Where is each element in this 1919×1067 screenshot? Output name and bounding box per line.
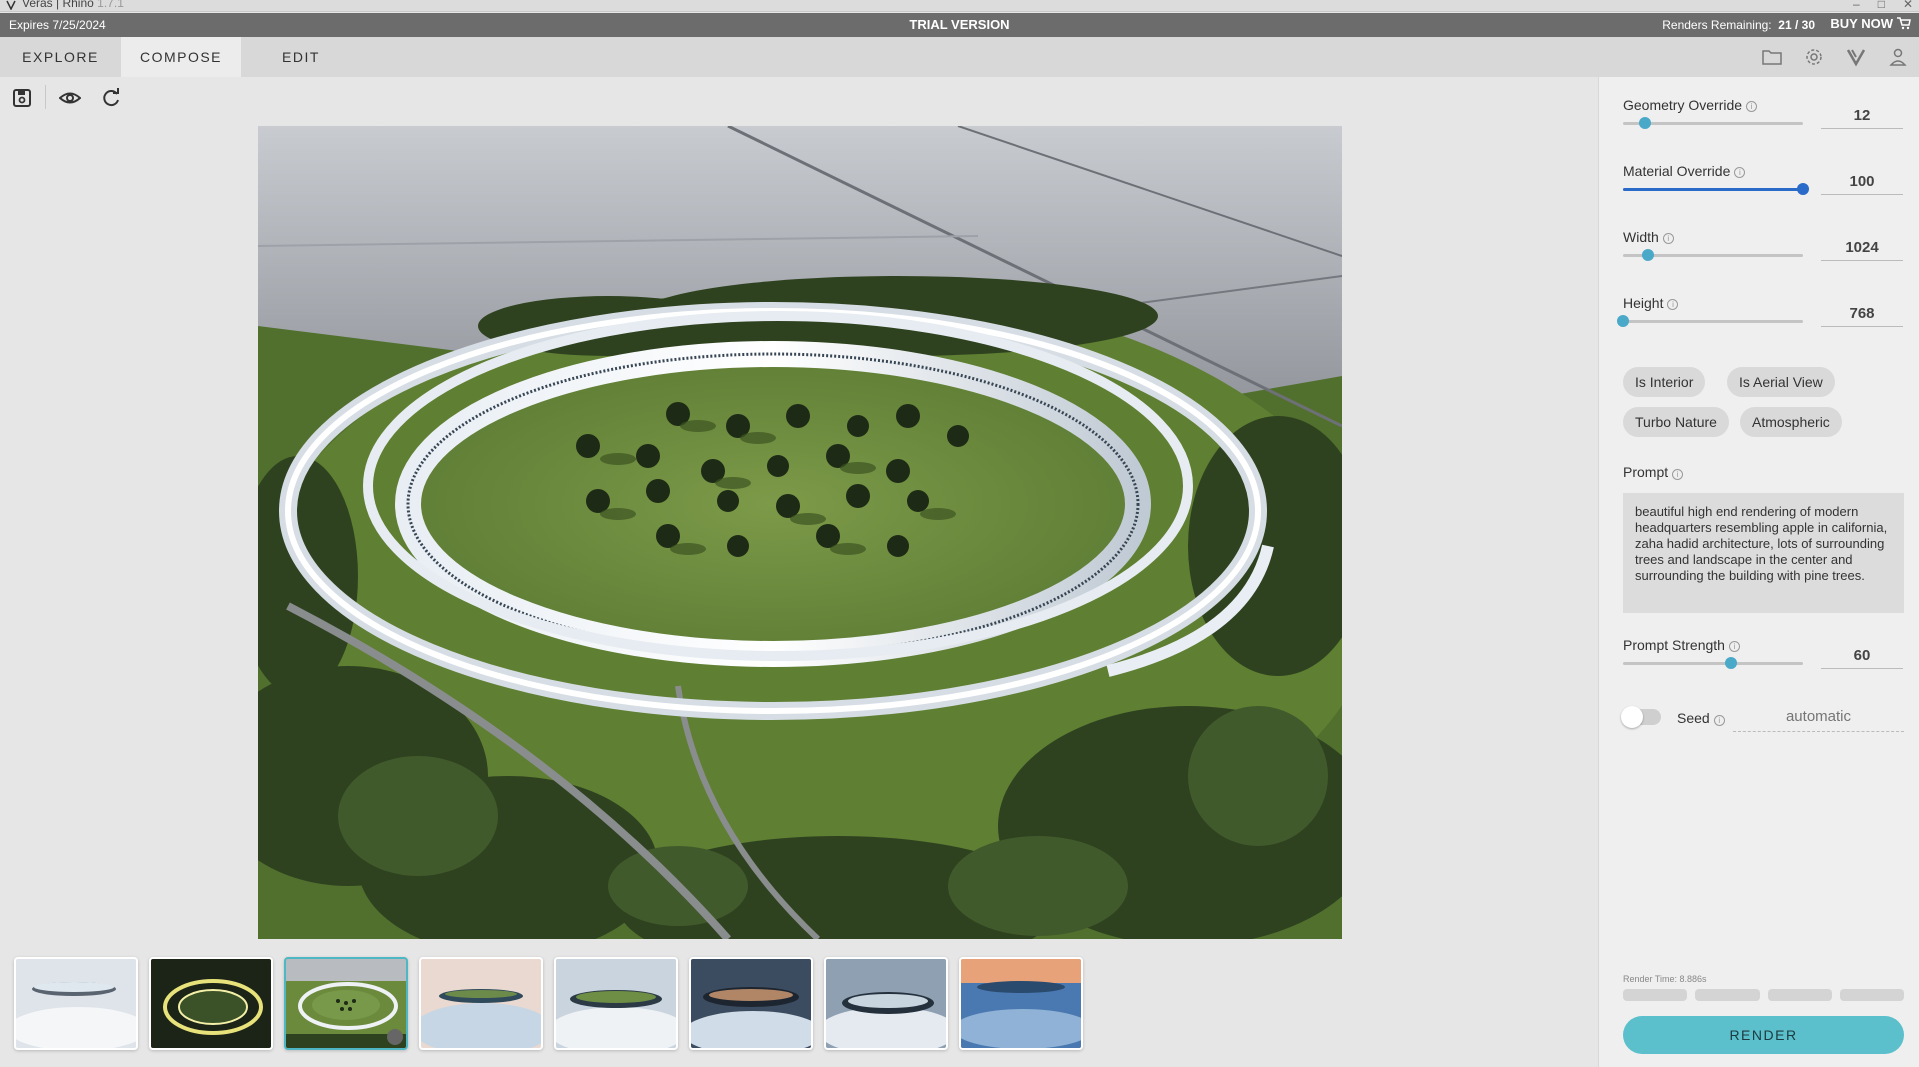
height-control: Height i 768: [1617, 295, 1903, 355]
toolbar-divider: [45, 85, 46, 109]
height-label: Height: [1623, 295, 1664, 311]
geometry-override-label: Geometry Override: [1623, 97, 1743, 113]
chip-is-interior[interactable]: Is Interior: [1623, 367, 1706, 397]
tab-edit[interactable]: EDIT: [241, 37, 361, 77]
prompt-textarea[interactable]: beautiful high end rendering of modern h…: [1623, 493, 1904, 613]
save-icon[interactable]: [11, 87, 33, 109]
delete-icon[interactable]: [387, 1029, 403, 1045]
seed-toggle[interactable]: [1621, 706, 1661, 728]
folder-icon[interactable]: [1761, 47, 1783, 67]
width-label: Width: [1623, 229, 1659, 245]
height-slider[interactable]: [1617, 315, 1803, 327]
prompt-strength-control: Prompt Strength i 60: [1623, 637, 1903, 697]
thumbnail-selected[interactable]: [284, 957, 408, 1050]
width-value[interactable]: 1024: [1821, 235, 1903, 261]
info-icon[interactable]: i: [1667, 299, 1679, 310]
chip-turbo-nature[interactable]: Turbo Nature: [1623, 407, 1729, 437]
veras-logo-icon[interactable]: [1845, 47, 1867, 67]
width-slider[interactable]: [1623, 249, 1803, 261]
slider-handle[interactable]: [1642, 249, 1655, 261]
thumbnail[interactable]: [959, 957, 1083, 1050]
material-override-label: Material Override: [1623, 163, 1731, 179]
slider-handle[interactable]: [1638, 117, 1651, 129]
info-icon[interactable]: i: [1746, 101, 1758, 112]
tab-bar: EXPLORE COMPOSE EDIT: [0, 37, 1919, 77]
progress-segment: [1623, 989, 1688, 1001]
width-control: Width i 1024: [1623, 229, 1903, 289]
gear-icon[interactable]: [1803, 47, 1825, 67]
info-icon[interactable]: i: [1672, 469, 1684, 480]
thumbnail[interactable]: [419, 957, 543, 1050]
prompt-label-row: Prompt i: [1623, 464, 1684, 480]
geometry-override-control: Geometry Override i 12: [1623, 97, 1903, 157]
info-icon[interactable]: i: [1713, 715, 1725, 726]
info-icon[interactable]: i: [1662, 233, 1674, 244]
progress-segment: [1767, 989, 1832, 1001]
info-icon[interactable]: i: [1728, 641, 1740, 652]
trial-banner: TRIAL VERSION: [909, 17, 1010, 32]
thumbnail[interactable]: [824, 957, 948, 1050]
seed-input[interactable]: [1733, 702, 1904, 732]
tab-compose[interactable]: COMPOSE: [121, 37, 241, 77]
prompt-strength-slider[interactable]: [1623, 657, 1803, 669]
render-progress: [1623, 989, 1904, 1001]
render-button[interactable]: RENDER: [1623, 1016, 1904, 1054]
slider-handle[interactable]: [1617, 315, 1629, 327]
material-override-slider[interactable]: [1623, 183, 1809, 195]
close-button[interactable]: ✕: [1903, 0, 1913, 11]
geometry-override-slider[interactable]: [1623, 117, 1803, 129]
toggle-knob: [1621, 706, 1643, 728]
buy-now-button[interactable]: BUY NOW: [1830, 16, 1911, 31]
settings-panel: Geometry Override i 12 Material Override i…: [1598, 77, 1919, 1067]
prompt-label: Prompt: [1623, 464, 1669, 480]
toolbar: [0, 77, 1598, 117]
thumbnail[interactable]: [689, 957, 813, 1050]
render-preview-image: [258, 126, 1342, 939]
renders-remaining: Renders Remaining: 21 / 30: [1662, 18, 1815, 32]
os-title-bar: Veras | Rhino 1.7.1 – □ ✕: [0, 0, 1919, 12]
height-value[interactable]: 768: [1821, 301, 1903, 327]
thumbnail[interactable]: [149, 957, 273, 1050]
info-icon[interactable]: i: [1734, 167, 1746, 178]
slider-fill: [1623, 188, 1803, 191]
cart-icon: [1897, 17, 1911, 30]
seed-label: Seed i: [1677, 710, 1725, 726]
veras-app-icon: [6, 0, 16, 10]
prompt-strength-value[interactable]: 60: [1821, 643, 1903, 669]
slider-handle[interactable]: [1797, 183, 1809, 195]
prompt-strength-label: Prompt Strength: [1623, 637, 1725, 653]
material-override-control: Material Override i 100: [1623, 163, 1903, 223]
chip-atmospheric[interactable]: Atmospheric: [1740, 407, 1842, 437]
material-override-value[interactable]: 100: [1821, 169, 1903, 195]
eye-icon[interactable]: [58, 87, 82, 109]
render-history-strip: [14, 957, 1083, 1050]
tab-explore[interactable]: EXPLORE: [0, 37, 121, 77]
geometry-override-value[interactable]: 12: [1821, 103, 1903, 129]
chip-is-aerial-view[interactable]: Is Aerial View: [1727, 367, 1835, 397]
refresh-icon[interactable]: [100, 87, 122, 109]
render-time: Render Time: 8.886s: [1623, 974, 1707, 984]
seed-row: Seed i: [1621, 702, 1904, 732]
progress-segment: [1695, 989, 1760, 1001]
trial-bar: Expires 7/25/2024 TRIAL VERSION Renders …: [0, 13, 1919, 37]
maximize-button[interactable]: □: [1878, 0, 1885, 11]
thumbnail[interactable]: [554, 957, 678, 1050]
user-icon[interactable]: [1887, 47, 1909, 67]
window-title: Veras | Rhino 1.7.1: [22, 0, 124, 10]
slider-handle[interactable]: [1725, 657, 1737, 669]
minimize-button[interactable]: –: [1853, 0, 1860, 11]
thumbnail[interactable]: [14, 957, 138, 1050]
aerial-building-render: [258, 126, 1342, 939]
progress-segment: [1839, 989, 1904, 1001]
